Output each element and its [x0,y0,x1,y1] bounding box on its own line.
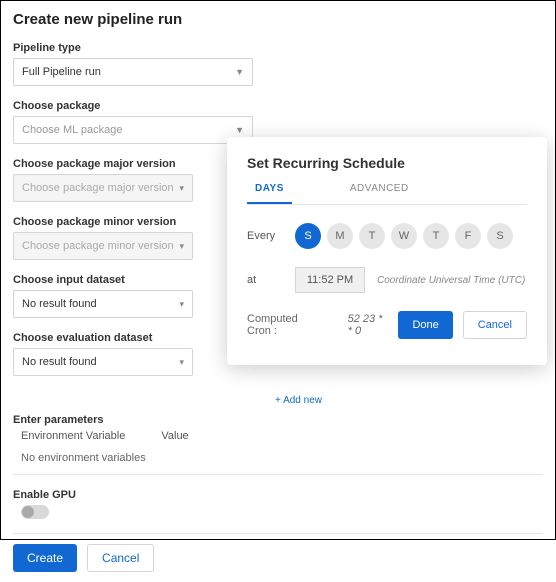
parameters-empty: No environment variables [13,452,543,464]
param-col-value: Value [161,430,188,442]
pipeline-type-value: Full Pipeline run [22,66,101,78]
modal-title: Set Recurring Schedule [247,155,527,171]
chevron-down-icon: ▼ [235,125,244,135]
param-col-env: Environment Variable [21,430,125,442]
modal-cancel-button[interactable]: Cancel [463,311,527,339]
parameters-label: Enter parameters [13,414,543,426]
tab-advanced[interactable]: ADVANCED [342,183,417,204]
enable-gpu-label: Enable GPU [13,489,543,501]
enable-gpu-toggle[interactable] [21,505,49,519]
eval-dataset-value: No result found [22,356,97,368]
day-sat[interactable]: S [487,223,513,249]
choose-package-label: Choose package [13,100,543,112]
done-button[interactable]: Done [398,311,452,339]
pipeline-type-label: Pipeline type [13,42,543,54]
chevron-down-icon: ▾ [179,241,184,252]
every-label: Every [247,230,295,242]
cron-label: Computed Cron : [247,313,314,337]
input-dataset-select[interactable]: No result found ▾ [13,290,193,318]
major-version-placeholder: Choose package major version [22,182,174,194]
cron-value: 52 23 * * 0 [348,313,389,337]
create-button[interactable]: Create [13,544,77,572]
chevron-down-icon: ▾ [179,183,184,194]
divider [13,474,543,475]
choose-package-placeholder: Choose ML package [22,124,123,136]
chevron-down-icon: ▾ [179,299,184,310]
day-thu[interactable]: T [423,223,449,249]
cancel-button[interactable]: Cancel [87,544,154,572]
tab-days[interactable]: DAYS [247,183,292,204]
at-label: at [247,274,295,286]
input-dataset-value: No result found [22,298,97,310]
minor-version-select[interactable]: Choose package minor version ▾ [13,232,193,260]
day-sun[interactable]: S [295,223,321,249]
timezone-label: Coordinate Universal Time (UTC) [377,275,525,286]
minor-version-placeholder: Choose package minor version [22,240,174,252]
chevron-down-icon: ▼ [235,67,244,77]
day-fri[interactable]: F [455,223,481,249]
major-version-select[interactable]: Choose package major version ▾ [13,174,193,202]
page-title: Create new pipeline run [13,11,543,28]
chevron-down-icon: ▾ [179,357,184,368]
day-mon[interactable]: M [327,223,353,249]
pipeline-type-select[interactable]: Full Pipeline run ▼ [13,58,253,86]
day-tue[interactable]: T [359,223,385,249]
eval-dataset-select[interactable]: No result found ▾ [13,348,193,376]
choose-package-select[interactable]: Choose ML package ▼ [13,116,253,144]
day-wed[interactable]: W [391,223,417,249]
recurring-schedule-modal: Set Recurring Schedule DAYS ADVANCED Eve… [227,137,547,365]
days-selector: S M T W T F S [295,223,513,249]
time-input[interactable] [295,267,365,293]
add-new-link[interactable]: + Add new [275,395,322,406]
